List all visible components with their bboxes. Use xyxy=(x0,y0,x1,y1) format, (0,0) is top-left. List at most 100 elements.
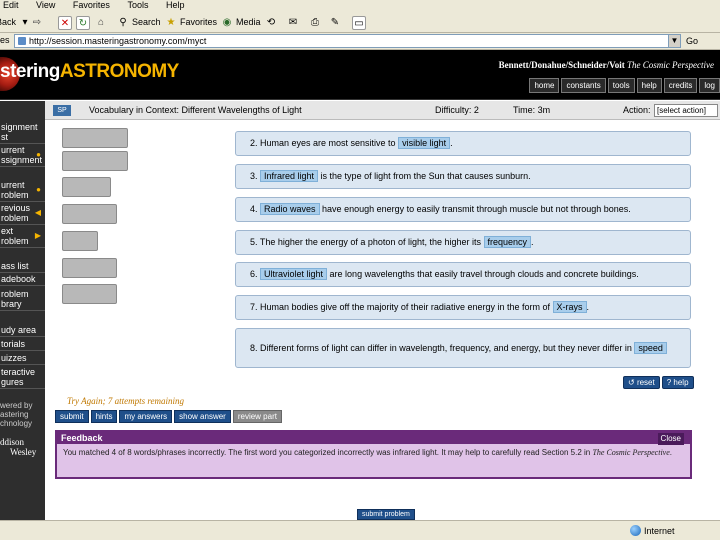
powered-line: wered by xyxy=(0,401,33,410)
logo-text-part2: ASTRONOMY xyxy=(59,61,180,82)
nav-constants[interactable]: constants xyxy=(561,78,606,93)
answer-drop-target[interactable]: speed xyxy=(634,341,667,354)
answer-drop-target[interactable]: Infrared light xyxy=(260,170,319,182)
feedback-book-title: The Cosmic Perspective xyxy=(592,448,670,457)
review-part-button[interactable]: review part xyxy=(232,410,282,423)
sidebar-item-assignment-list[interactable]: signment st xyxy=(0,122,45,144)
attempts-remaining: Try Again; 7 attempts remaining xyxy=(67,396,184,406)
sidebar-item-label: brary xyxy=(1,299,22,309)
question-text-before: 7. Human bodies give off the majority of… xyxy=(250,302,553,312)
answer-drop-target[interactable]: Ultraviolet light xyxy=(260,268,328,280)
menu-tools[interactable]: Tools xyxy=(127,0,148,11)
feedback-close-button[interactable]: Close xyxy=(657,433,684,445)
question-text-before: 2. Human eyes are most sensitive to xyxy=(250,138,399,148)
my-answers-button[interactable]: my answers xyxy=(119,410,173,423)
reset-button[interactable]: ↺ reset xyxy=(623,376,660,389)
word-bank-slot[interactable] xyxy=(62,151,128,171)
history-button[interactable]: ⟲ xyxy=(264,15,278,30)
refresh-icon: ↻ xyxy=(76,15,90,30)
submit-problem-button[interactable]: submit problem xyxy=(357,509,415,520)
question-row: 6. Ultraviolet light are long wavelength… xyxy=(235,262,691,287)
menu-view[interactable]: View xyxy=(36,0,55,11)
sidebar-item-current-assignment[interactable]: urrent ssignment ● xyxy=(0,145,45,167)
left-sidebar: signment st urrent ssignment ● urrent ro… xyxy=(0,101,45,520)
address-input[interactable]: http://session.masteringastronomy.com/my… xyxy=(14,34,670,48)
nav-credits[interactable]: credits xyxy=(663,78,698,93)
help-label: help xyxy=(673,378,689,387)
print-button[interactable]: ⎙ xyxy=(308,15,322,30)
mail-button[interactable]: ✉ xyxy=(286,15,300,30)
show-answer-button[interactable]: show answer xyxy=(174,410,231,423)
reset-help-group: ↺ reset ? help xyxy=(623,376,694,389)
sidebar-item-study-area[interactable]: udy area xyxy=(0,325,45,337)
question-text-after: . xyxy=(531,237,534,247)
media-label: Media xyxy=(236,17,261,27)
sidebar-item-problem-library[interactable]: roblem brary xyxy=(0,289,45,311)
stop-button[interactable]: ✕ xyxy=(58,15,72,30)
answer-drop-target[interactable]: frequency xyxy=(483,236,532,248)
sidebar-item-quizzes[interactable]: uizzes xyxy=(0,353,45,365)
word-bank-slot[interactable] xyxy=(62,204,117,224)
powered-line: chnology xyxy=(0,419,33,428)
help-button[interactable]: ? help xyxy=(661,376,694,389)
menu-favorites[interactable]: Favorites xyxy=(73,0,110,11)
word-bank-slot[interactable] xyxy=(62,258,117,278)
answer-drop-target[interactable]: visible light xyxy=(398,137,451,149)
answer-drop-target[interactable]: Radio waves xyxy=(260,203,320,215)
hints-button[interactable]: hints xyxy=(90,410,118,423)
feedback-text-body: You matched 4 of 8 words/phrases incorre… xyxy=(63,448,593,457)
back-button[interactable]: Back ▾ xyxy=(0,15,32,30)
home-button[interactable]: ⌂ xyxy=(94,15,108,30)
sidebar-item-tutorials[interactable]: torials xyxy=(0,339,45,351)
action-select[interactable]: [select action] xyxy=(654,104,718,117)
favorites-button[interactable]: ★ Favorites xyxy=(164,15,218,30)
site-logo[interactable]: steringASTRONOMY xyxy=(0,61,179,83)
forward-button[interactable]: ⇨ xyxy=(30,15,44,30)
sidebar-item-current-problem[interactable]: urrent roblem ● xyxy=(0,180,45,202)
submit-button[interactable]: submit xyxy=(55,410,89,423)
go-button[interactable]: Go xyxy=(686,35,698,47)
edit-icon: ✎ xyxy=(330,16,340,28)
mail-icon: ✉ xyxy=(288,16,298,28)
sidebar-item-next-problem[interactable]: ext roblem ▶ xyxy=(0,226,45,248)
question-row: 7. Human bodies give off the majority of… xyxy=(235,295,691,320)
nav-log[interactable]: log xyxy=(699,78,720,93)
print-icon: ⎙ xyxy=(311,16,319,28)
word-bank-slot[interactable] xyxy=(62,177,111,197)
edit-button[interactable]: ✎ xyxy=(328,15,342,30)
nav-help[interactable]: help xyxy=(636,78,662,93)
search-icon: ⚲ xyxy=(119,16,127,28)
word-bank-slot[interactable] xyxy=(62,231,98,251)
action-label: Action: xyxy=(623,105,651,115)
history-icon: ⟲ xyxy=(266,16,276,28)
discuss-button[interactable]: ▭ xyxy=(352,15,366,30)
sidebar-item-label: gures xyxy=(1,377,24,387)
sidebar-item-previous-problem[interactable]: revious roblem ◀ xyxy=(0,203,45,225)
publisher-line: ddison xyxy=(0,437,25,447)
question-text-after: are long wavelengths that easily travel … xyxy=(327,269,639,279)
nav-tools[interactable]: tools xyxy=(607,78,635,93)
question-text-after: . xyxy=(586,302,590,312)
security-zone: Internet xyxy=(630,525,675,536)
question-text: 3. Infrared light is the type of light f… xyxy=(250,170,531,183)
sidebar-item-interactive-figures[interactable]: teractive gures xyxy=(0,367,45,389)
word-bank-slot[interactable] xyxy=(62,284,117,304)
sidebar-item-class-list[interactable]: ass list xyxy=(0,261,45,273)
zone-label: Internet xyxy=(644,525,675,536)
feedback-title: Feedback xyxy=(61,433,103,443)
difficulty: Difficulty: 2 xyxy=(435,105,479,115)
question-text: 6. Ultraviolet light are long wavelength… xyxy=(250,268,639,281)
search-button[interactable]: ⚲ Search xyxy=(116,15,160,30)
sidebar-item-gradebook[interactable]: adebook xyxy=(0,274,45,286)
word-bank-slot[interactable] xyxy=(62,128,128,148)
refresh-button[interactable]: ↻ xyxy=(76,15,90,30)
answer-drop-target[interactable]: X-rays xyxy=(552,301,587,313)
question-row: 2. Human eyes are most sensitive to visi… xyxy=(235,131,691,156)
media-button[interactable]: ◉ Media xyxy=(220,15,261,30)
menu-help[interactable]: Help xyxy=(166,0,185,11)
address-dropdown-icon[interactable]: ▼ xyxy=(668,34,681,48)
authors-text: Bennett/Donahue/Schneider/Voit xyxy=(498,60,625,70)
menu-edit[interactable]: Edit xyxy=(3,0,19,11)
arrow-left-icon: ◀ xyxy=(34,208,41,217)
nav-home[interactable]: home xyxy=(529,78,560,93)
